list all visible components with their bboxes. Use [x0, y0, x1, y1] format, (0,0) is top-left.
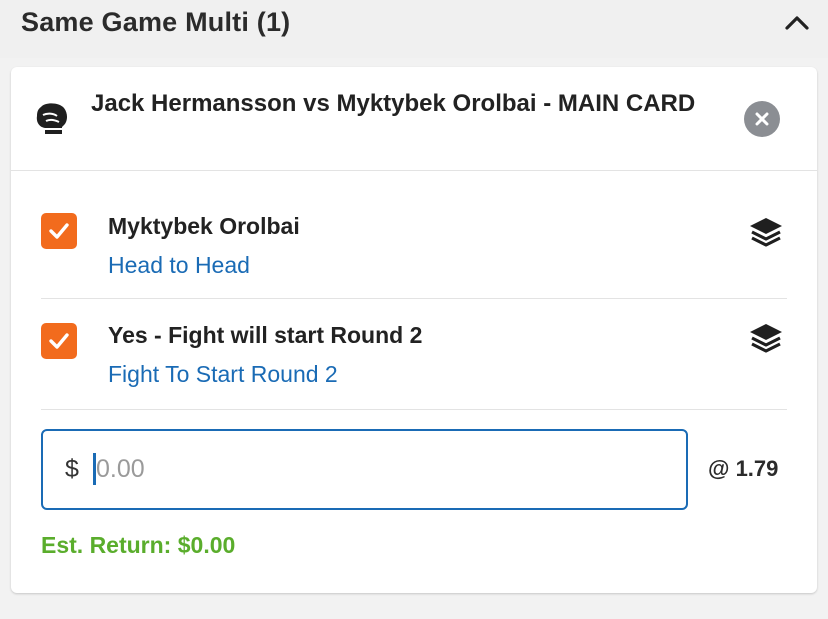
collapse-button[interactable] — [780, 8, 814, 38]
checkmark-icon — [49, 223, 69, 239]
bet-card: Jack Hermansson vs Myktybek Orolbai - MA… — [11, 67, 817, 593]
section-header: Same Game Multi (1) — [0, 0, 828, 58]
leg-checkbox[interactable] — [41, 213, 77, 249]
chevron-up-icon — [785, 16, 809, 30]
odds-value: @ 1.79 — [708, 456, 779, 481]
leg-selection: Yes - Fight will start Round 2 — [108, 322, 423, 348]
event-title: Jack Hermansson vs Myktybek Orolbai - MA… — [91, 90, 696, 117]
close-icon — [755, 112, 769, 126]
estimated-return: Est. Return: $0.00 — [41, 532, 236, 558]
checkmark-icon — [49, 333, 69, 349]
leg-market-link[interactable]: Fight To Start Round 2 — [108, 361, 338, 388]
leg-item: Myktybek Orolbai Head to Head — [41, 191, 787, 299]
layers-icon[interactable] — [747, 321, 785, 355]
stake-field[interactable]: $ — [41, 429, 688, 510]
boxing-glove-icon — [36, 103, 67, 134]
section-title: Same Game Multi (1) — [21, 7, 291, 37]
stake-input[interactable] — [96, 449, 656, 489]
layers-icon[interactable] — [747, 215, 785, 249]
leg-market-link[interactable]: Head to Head — [108, 252, 250, 279]
leg-selection: Myktybek Orolbai — [108, 213, 300, 239]
leg-item: Yes - Fight will start Round 2 Fight To … — [41, 299, 787, 410]
leg-checkbox[interactable] — [41, 323, 77, 359]
remove-bet-button[interactable] — [744, 101, 780, 137]
event-row: Jack Hermansson vs Myktybek Orolbai - MA… — [11, 67, 817, 171]
currency-symbol: $ — [65, 455, 79, 483]
